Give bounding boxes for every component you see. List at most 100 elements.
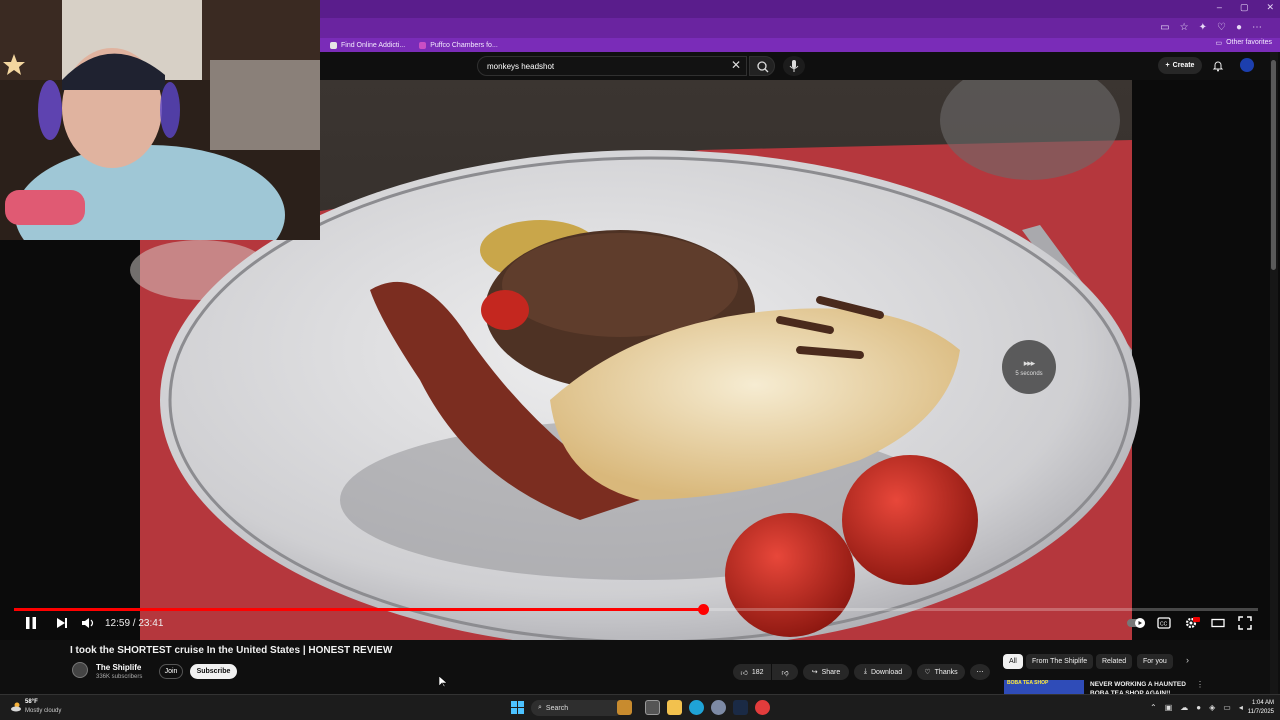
- captions-icon[interactable]: CC: [1157, 616, 1171, 630]
- file-explorer-icon[interactable]: [667, 700, 682, 715]
- create-button[interactable]: + Create: [1158, 57, 1202, 74]
- more-menu-icon[interactable]: ⋯: [1252, 22, 1262, 33]
- tray-chevron-icon[interactable]: ⌃: [1150, 703, 1157, 712]
- subscribe-button[interactable]: Subscribe: [190, 664, 237, 679]
- voice-search-button[interactable]: [783, 56, 805, 76]
- autoplay-toggle-icon[interactable]: [1126, 616, 1148, 630]
- browser-toolbar-icons: ▭ ☆ ✦ ♡ ● ⋯: [1160, 22, 1262, 33]
- download-icon: ⤓: [863, 668, 867, 675]
- weather-description[interactable]: Mostly cloudy: [25, 708, 61, 714]
- bookmark-item[interactable]: Puffco Chambers fo...: [419, 41, 498, 49]
- weather-temperature[interactable]: 58°F: [25, 699, 38, 705]
- more-actions-button[interactable]: ⋯: [970, 664, 990, 680]
- system-tray: ⌃ ▣ ☁ ● ◈ ▭ ◂: [1150, 703, 1243, 712]
- svg-text:CC: CC: [1160, 622, 1168, 628]
- plus-icon: +: [1165, 62, 1170, 69]
- more-horizontal-icon: ⋯: [976, 669, 984, 676]
- channel-avatar[interactable]: [72, 662, 88, 678]
- window-controls: – ▢ ✕: [1217, 2, 1274, 13]
- network-icon[interactable]: ▭: [1223, 703, 1231, 712]
- tray-app-icon[interactable]: ▣: [1165, 703, 1173, 712]
- time-display: 12:59 / 23:41: [105, 618, 164, 629]
- other-favorites-folder[interactable]: ▭ Other favorites: [1215, 39, 1272, 47]
- thumbs-up-icon: 👍︎: [740, 669, 748, 677]
- read-aloud-icon[interactable]: ▭: [1160, 22, 1169, 33]
- recommendation-menu-icon[interactable]: ⋮: [1196, 680, 1204, 689]
- close-window-button[interactable]: ✕: [1266, 2, 1274, 13]
- task-view-icon[interactable]: [645, 700, 660, 715]
- progress-bar[interactable]: [14, 604, 1258, 615]
- create-label: Create: [1172, 62, 1195, 69]
- like-button[interactable]: 👍︎ 182: [733, 664, 771, 680]
- recommended-video-thumbnail[interactable]: BOBA TEA SHOP: [1004, 680, 1084, 694]
- obs-app-icon[interactable]: [755, 700, 770, 715]
- clock-time[interactable]: 1:04 AM: [1248, 700, 1274, 706]
- bookmarks-bar: Find Online Addicti... Puffco Chambers f…: [320, 38, 1280, 52]
- chip-all[interactable]: All: [1003, 654, 1023, 669]
- bookmark-label: Puffco Chambers fo...: [430, 41, 498, 49]
- chip-next-chevron-icon[interactable]: ›: [1186, 655, 1189, 665]
- progress-played: [14, 608, 703, 611]
- folder-icon: ▭: [1215, 40, 1223, 47]
- onedrive-icon[interactable]: ☁: [1180, 703, 1188, 712]
- clear-search-icon[interactable]: ✕: [731, 58, 741, 72]
- windows-start-icon[interactable]: [511, 701, 524, 719]
- account-avatar[interactable]: [1240, 58, 1254, 72]
- next-video-icon[interactable]: [55, 616, 69, 630]
- skip-label: 5 seconds: [1015, 370, 1043, 377]
- bookmark-label: Find Online Addicti...: [341, 41, 406, 49]
- video-title: I took the SHORTEST cruise In the United…: [70, 645, 393, 656]
- share-button[interactable]: ↪ Share: [803, 664, 849, 680]
- shield-icon[interactable]: ◈: [1209, 703, 1215, 712]
- notifications-bell-icon[interactable]: [1212, 59, 1224, 77]
- taskbar-search-label: Search: [545, 704, 569, 712]
- bookmark-item[interactable]: Find Online Addicti...: [330, 41, 406, 49]
- microphone-icon: [789, 60, 799, 72]
- theater-mode-icon[interactable]: [1211, 616, 1225, 630]
- download-button[interactable]: ⤓ Download: [854, 664, 912, 680]
- cloud-icon: [10, 699, 22, 712]
- edge-browser-icon[interactable]: [689, 700, 704, 715]
- taskbar-search[interactable]: ⌕ Search: [531, 700, 623, 716]
- extensions-icon[interactable]: ✦: [1199, 22, 1207, 33]
- profile-icon[interactable]: ●: [1236, 22, 1242, 33]
- collections-icon[interactable]: ♡: [1217, 22, 1226, 33]
- favorite-star-icon[interactable]: ☆: [1180, 22, 1189, 33]
- settings-app-icon[interactable]: [711, 700, 726, 715]
- volume-icon[interactable]: [81, 616, 95, 630]
- minimize-button[interactable]: –: [1217, 2, 1222, 13]
- thumbs-down-icon: 👎︎: [781, 669, 789, 677]
- windows-taskbar: [0, 694, 1280, 720]
- dislike-button[interactable]: 👎︎: [772, 664, 798, 680]
- webcam-overlay: [0, 0, 320, 240]
- search-button[interactable]: [749, 56, 775, 76]
- skip-forward-indicator: ▸▸▸ 5 seconds: [1002, 340, 1056, 394]
- thumbnail-text: BOBA TEA SHOP: [1007, 680, 1049, 686]
- scrollbar-thumb[interactable]: [1271, 60, 1276, 270]
- channel-subscriber-count: 336K subscribers: [96, 674, 143, 680]
- download-label: Download: [870, 668, 903, 676]
- chip-from-channel[interactable]: From The Shiplife: [1026, 654, 1094, 669]
- bookmark-favicon-icon: [419, 41, 427, 49]
- thanks-button[interactable]: ♡ Thanks: [917, 664, 965, 680]
- fast-forward-icon: ▸▸▸: [1023, 357, 1036, 368]
- join-button[interactable]: Join: [159, 664, 183, 679]
- chip-related[interactable]: Related: [1096, 654, 1133, 669]
- tray-status-icon[interactable]: ●: [1196, 703, 1201, 712]
- clock-date[interactable]: 11/7/2025: [1240, 709, 1274, 715]
- address-bar-row: [320, 18, 1280, 38]
- channel-name[interactable]: The Shiplife: [96, 663, 141, 672]
- player-controls: 12:59 / 23:41 CC: [0, 614, 1280, 636]
- mouse-cursor-icon: [438, 675, 448, 693]
- search-input[interactable]: monkeys headshot: [477, 56, 747, 76]
- share-label: Share: [821, 668, 841, 676]
- fullscreen-icon[interactable]: [1238, 616, 1252, 630]
- chip-for-you[interactable]: For you: [1137, 654, 1173, 669]
- pause-icon[interactable]: [24, 616, 38, 630]
- maximize-button[interactable]: ▢: [1240, 2, 1249, 13]
- settings-gear-icon[interactable]: [1184, 616, 1200, 630]
- widgets-app-icon[interactable]: [617, 700, 632, 715]
- recommended-video-title[interactable]: NEVER WORKING A HAUNTED BOBA TEA SHOP AG…: [1090, 680, 1190, 694]
- like-count: 182: [751, 668, 764, 676]
- steam-app-icon[interactable]: [733, 700, 748, 715]
